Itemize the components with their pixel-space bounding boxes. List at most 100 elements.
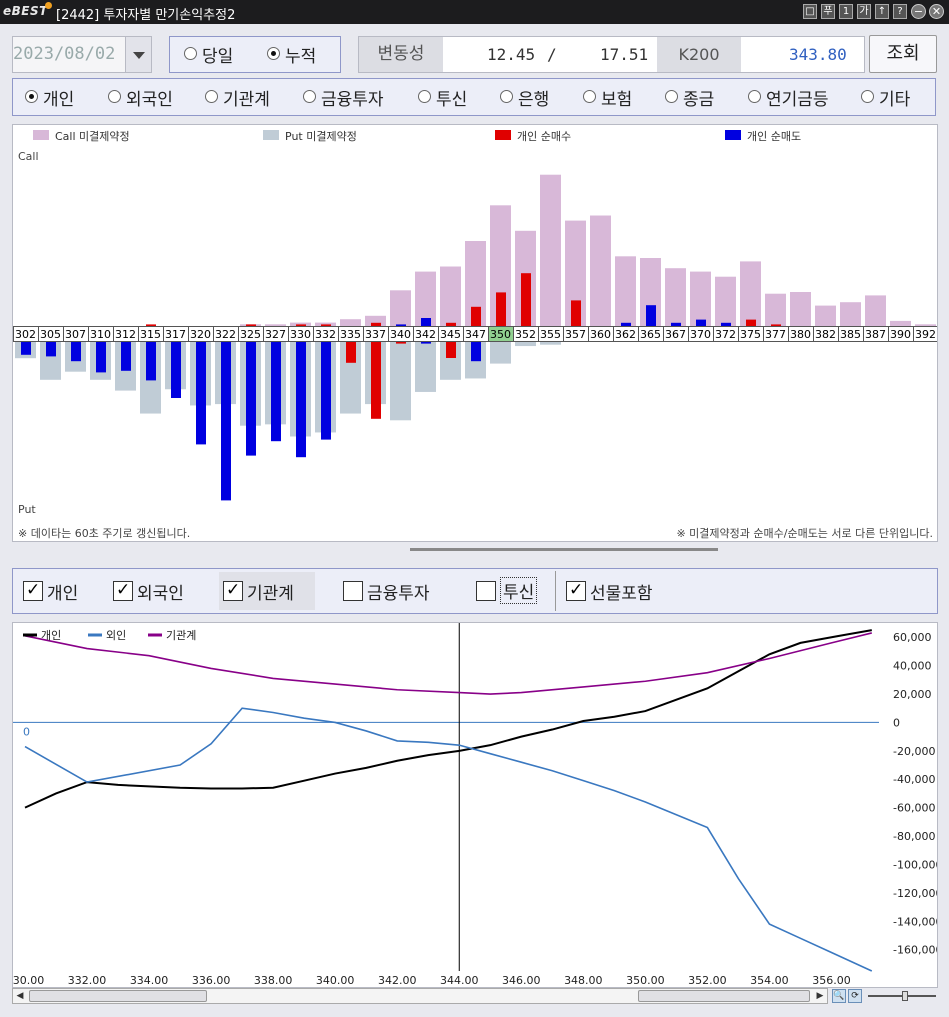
index-value: 343.80 xyxy=(789,45,847,64)
strike-label-302: 302 xyxy=(15,328,36,341)
strike-label-342: 342 xyxy=(415,328,436,341)
investor-radio-5[interactable] xyxy=(500,90,513,103)
minimize-icon[interactable]: − xyxy=(911,4,926,19)
strike-label-392: 392 xyxy=(915,328,936,341)
investor-radio-0[interactable] xyxy=(25,90,38,103)
query-button[interactable]: 조회 xyxy=(869,35,937,73)
call-oi-bar-392 xyxy=(915,324,936,326)
window-button-4[interactable]: ↑ xyxy=(875,4,889,19)
investor-label-5: 은행 xyxy=(518,90,550,110)
strike-label-357: 357 xyxy=(565,328,586,341)
horizontal-scrollbar[interactable]: ◀ ▶ xyxy=(12,988,828,1004)
scroll-thumb-right[interactable] xyxy=(638,990,810,1002)
radio-cumulative[interactable] xyxy=(267,47,280,60)
splitter-handle[interactable] xyxy=(410,548,718,551)
x-tick-8: 346.00 xyxy=(502,974,541,987)
mode-label-0: 당일 xyxy=(202,47,234,67)
strike-label-340: 340 xyxy=(390,328,411,341)
put-net-bar-312 xyxy=(121,342,131,371)
window-button-0[interactable]: □ xyxy=(803,4,817,19)
legend-label-1: Put 미결제약정 xyxy=(285,130,357,143)
strike-label-315: 315 xyxy=(140,328,161,341)
checkbox-3[interactable] xyxy=(343,581,363,601)
strike-label-385: 385 xyxy=(840,328,861,341)
date-picker[interactable]: 2023/08/02 xyxy=(12,36,152,73)
put-oi-bar-342 xyxy=(415,342,436,392)
put-net-bar-345 xyxy=(446,342,456,358)
x-tick-1: 332.00 xyxy=(68,974,107,987)
investor-radio-2[interactable] xyxy=(205,90,218,103)
refresh-icon[interactable]: ⟳ xyxy=(848,989,862,1003)
strike-label-305: 305 xyxy=(40,328,61,341)
radio-today[interactable] xyxy=(184,47,197,60)
investor-radio-8[interactable] xyxy=(748,90,761,103)
y-tick-5: -40,000 xyxy=(893,773,935,786)
window-button-3[interactable]: 가 xyxy=(857,4,871,19)
call-net-bar-332 xyxy=(321,324,331,326)
legend-label-3: 개인 순매도 xyxy=(747,130,802,143)
call-net-bar-347 xyxy=(471,306,481,326)
investor-radio-3[interactable] xyxy=(303,90,316,103)
scroll-thumb[interactable] xyxy=(29,990,207,1002)
call-oi-bar-367 xyxy=(665,268,686,326)
checkbox-0[interactable] xyxy=(23,580,43,601)
strike-label-390: 390 xyxy=(890,328,911,341)
legend-label-0: Call 미결제약정 xyxy=(55,130,130,143)
strike-label-355: 355 xyxy=(540,328,561,341)
checkbox-label-2: 기관계 xyxy=(247,584,294,604)
investor-label-9: 기타 xyxy=(879,90,911,110)
scroll-left-icon[interactable]: ◀ xyxy=(13,989,27,1003)
x-tick-13: 356.00 xyxy=(812,974,851,987)
strike-label-307: 307 xyxy=(65,328,86,341)
put-net-bar-322 xyxy=(221,342,231,501)
call-oi-bar-385 xyxy=(840,302,861,326)
strike-label-365: 365 xyxy=(640,328,661,341)
scroll-right-icon[interactable]: ▶ xyxy=(813,989,827,1003)
strike-label-312: 312 xyxy=(115,328,136,341)
checkbox-5[interactable] xyxy=(566,580,586,601)
call-net-bar-350 xyxy=(496,292,506,326)
call-oi-bar-382 xyxy=(815,305,836,326)
x-tick-5: 340.00 xyxy=(316,974,355,987)
legend-label-2: 개인 순매수 xyxy=(517,130,572,143)
window-button-2[interactable]: 1 xyxy=(839,4,853,19)
checkbox-2[interactable] xyxy=(223,580,243,601)
chevron-down-icon[interactable] xyxy=(125,37,151,72)
put-net-bar-337 xyxy=(371,342,381,419)
strike-label-370: 370 xyxy=(690,328,711,341)
volatility-label: 변동성 xyxy=(359,37,443,72)
investor-radio-9[interactable] xyxy=(861,90,874,103)
window-button-1[interactable]: 푸 xyxy=(821,4,835,19)
investor-radio-1[interactable] xyxy=(108,90,121,103)
strike-label-377: 377 xyxy=(765,328,786,341)
y-tick-4: -20,000 xyxy=(893,745,935,758)
close-icon[interactable]: ✕ xyxy=(929,4,944,19)
zero-label: 0 xyxy=(23,725,30,738)
zoom-slider-handle[interactable] xyxy=(902,991,908,1001)
legend-swatch-1 xyxy=(263,130,279,140)
call-oi-bar-390 xyxy=(890,320,911,326)
y-tick-0: 60,000 xyxy=(893,631,932,644)
strike-label-375: 375 xyxy=(740,328,761,341)
checkbox-4[interactable] xyxy=(476,581,496,601)
put-net-bar-335 xyxy=(346,342,356,363)
strike-label-330: 330 xyxy=(290,328,311,341)
date-input[interactable]: 2023/08/02 xyxy=(13,44,115,64)
window-button-5[interactable]: ? xyxy=(893,4,907,19)
x-tick-12: 354.00 xyxy=(750,974,789,987)
checkbox-1[interactable] xyxy=(113,580,133,601)
strike-label-320: 320 xyxy=(190,328,211,341)
put-net-bar-302 xyxy=(21,342,31,355)
strike-label-380: 380 xyxy=(790,328,811,341)
zoom-icon[interactable]: 🔍 xyxy=(832,989,846,1003)
call-net-bar-365 xyxy=(646,305,656,326)
call-oi-bar-380 xyxy=(790,292,811,326)
investor-radio-4[interactable] xyxy=(418,90,431,103)
put-net-bar-320 xyxy=(196,342,206,445)
call-oi-bar-370 xyxy=(690,271,711,326)
strike-label-325: 325 xyxy=(240,328,261,341)
call-net-bar-377 xyxy=(771,324,781,326)
legend-swatch-0 xyxy=(33,130,49,140)
investor-radio-7[interactable] xyxy=(665,90,678,103)
investor-radio-6[interactable] xyxy=(583,90,596,103)
